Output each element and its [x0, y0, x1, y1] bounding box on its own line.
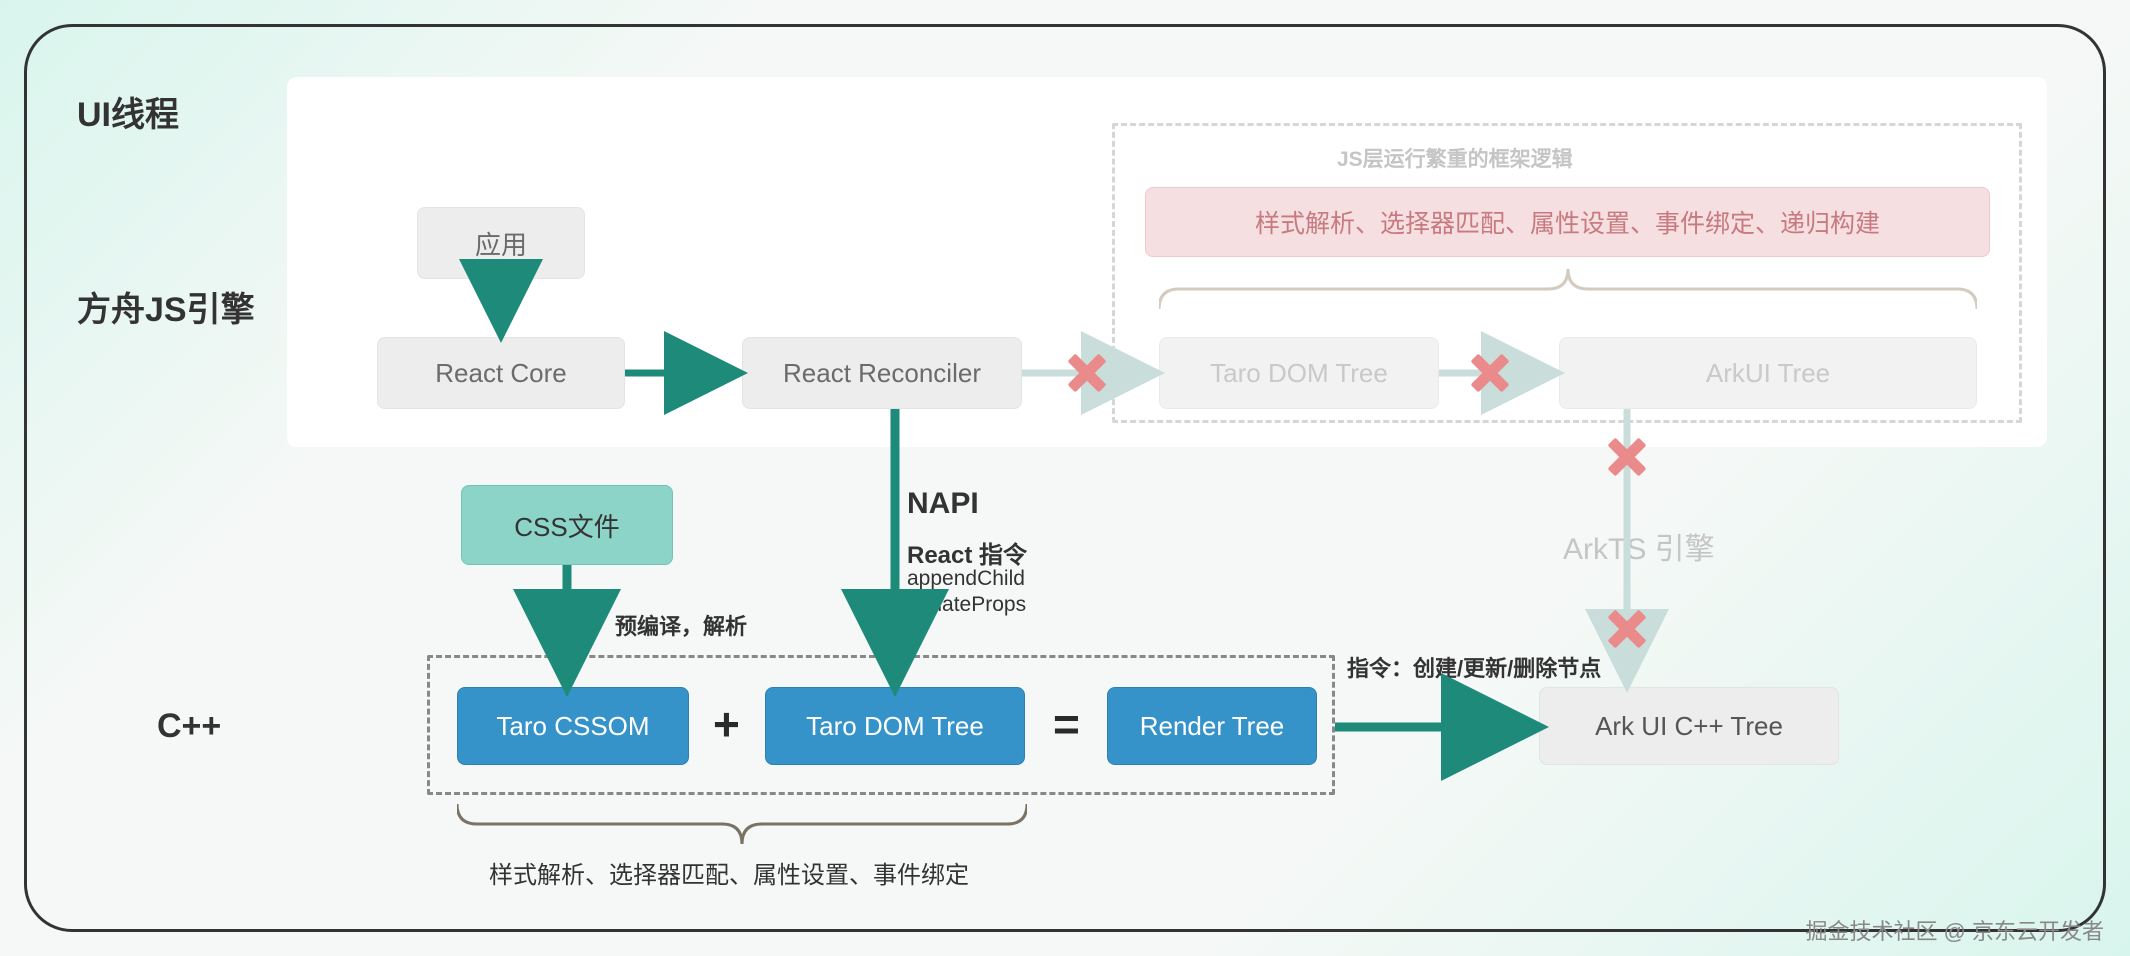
precompile-label: 预编译，解析 [615, 609, 747, 641]
taro-cssom-box: Taro CSSOM [457, 687, 689, 765]
taro-dom-tree-faded-label: Taro DOM Tree [1210, 358, 1388, 389]
js-heavy-title: JS层运行繁重的框架逻辑 [1337, 143, 1573, 173]
react-reconciler-box: React Reconciler [742, 337, 1022, 409]
react-instr-label: React 指令 [907, 535, 1027, 570]
pink-ops-label: 样式解析、选择器匹配、属性设置、事件绑定、递归构建 [1255, 204, 1880, 240]
react-core-box: React Core [377, 337, 625, 409]
react-reconciler-label: React Reconciler [783, 358, 981, 389]
napi-label: NAPI [907, 487, 979, 521]
ui-thread-label: UI线程 [77, 87, 179, 136]
equals-symbol: = [1053, 697, 1080, 751]
arkts-engine-label: ArkTS 引擎 [1563, 524, 1715, 568]
plus-symbol: + [713, 697, 740, 751]
diagram-frame: UI线程 方舟JS引擎 C++ 应用 React Core React Reco… [24, 24, 2106, 932]
instr-nodes-label: 指令：创建/更新/删除节点 [1347, 651, 1601, 683]
x-icon [1607, 437, 1647, 477]
taro-dom-tree-faded-box: Taro DOM Tree [1159, 337, 1439, 409]
render-tree-label: Render Tree [1140, 711, 1285, 742]
arkui-tree-label: ArkUI Tree [1706, 358, 1830, 389]
bottom-brace-icon [457, 802, 1027, 850]
taro-cssom-label: Taro CSSOM [496, 711, 649, 742]
taro-dom-tree-box: Taro DOM Tree [765, 687, 1025, 765]
arkui-tree-box: ArkUI Tree [1559, 337, 1977, 409]
x-icon [1067, 353, 1107, 393]
pink-ops-box: 样式解析、选择器匹配、属性设置、事件绑定、递归构建 [1145, 187, 1990, 257]
watermark: 掘金技术社区 @ 京东云开发者 [1805, 914, 2104, 946]
bottom-brace-text: 样式解析、选择器匹配、属性设置、事件绑定 [489, 855, 969, 890]
x-icon [1470, 353, 1510, 393]
append-child-label: appendChild [907, 567, 1025, 591]
app-box: 应用 [417, 207, 585, 279]
css-file-label: CSS文件 [514, 507, 619, 544]
taro-dom-tree-label: Taro DOM Tree [806, 711, 984, 742]
app-box-label: 应用 [475, 225, 527, 262]
top-brace-icon [1159, 267, 1977, 311]
ellipsis-label: … [907, 617, 928, 641]
react-core-label: React Core [435, 358, 567, 389]
css-file-box: CSS文件 [461, 485, 673, 565]
ark-ui-cpp-label: Ark UI C++ Tree [1595, 711, 1783, 742]
cpp-label: C++ [157, 707, 221, 746]
ark-ui-cpp-box: Ark UI C++ Tree [1539, 687, 1839, 765]
update-props-label: updateProps [907, 593, 1026, 617]
ark-js-engine-label: 方舟JS引擎 [77, 282, 255, 331]
x-icon [1607, 609, 1647, 649]
render-tree-box: Render Tree [1107, 687, 1317, 765]
